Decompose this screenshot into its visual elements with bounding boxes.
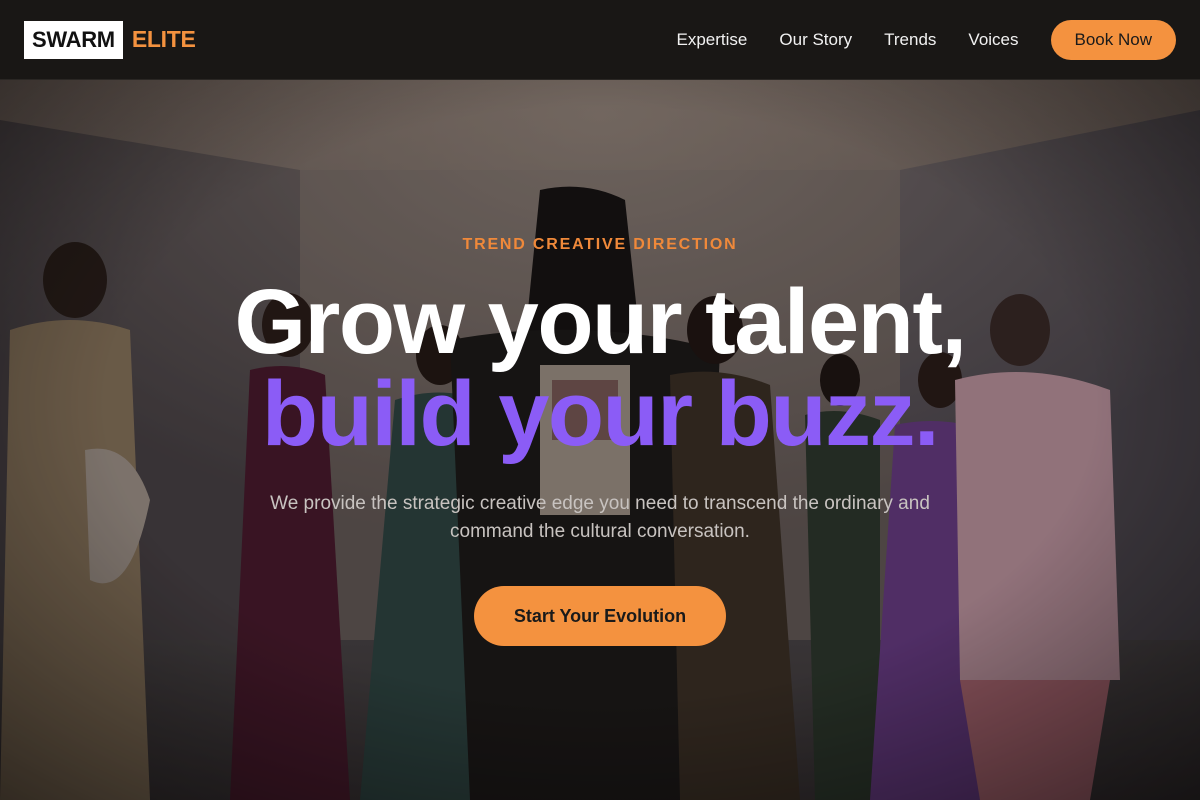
start-evolution-button[interactable]: Start Your Evolution <box>474 586 726 646</box>
hero-subtext: We provide the strategic creative edge y… <box>270 493 930 542</box>
brand-logo[interactable]: SWARM ELITE <box>24 20 196 59</box>
nav-link-voices[interactable]: Voices <box>968 30 1018 50</box>
nav-link-trends[interactable]: Trends <box>884 30 936 50</box>
hero-headline-line2: build your buzz. <box>261 363 940 465</box>
hero-section: TREND CREATIVE DIRECTION Grow your talen… <box>0 80 1200 800</box>
logo-wordmark-box: SWARM <box>24 20 123 59</box>
book-now-button[interactable]: Book Now <box>1050 19 1176 60</box>
hero-headline-line1: Grow your talent, <box>234 271 967 373</box>
site-header: SWARM ELITE Expertise Our Story Trends V… <box>0 0 1200 80</box>
hero-headline: Grow your talent, build your buzz. <box>0 276 1200 460</box>
hero-eyebrow: TREND CREATIVE DIRECTION <box>462 236 738 253</box>
logo-wordmark-text: ELITE <box>131 26 196 52</box>
nav-link-our-story[interactable]: Our Story <box>779 30 852 50</box>
main-nav: Expertise Our Story Trends Voices <box>677 30 1019 50</box>
nav-link-expertise[interactable]: Expertise <box>677 30 748 50</box>
